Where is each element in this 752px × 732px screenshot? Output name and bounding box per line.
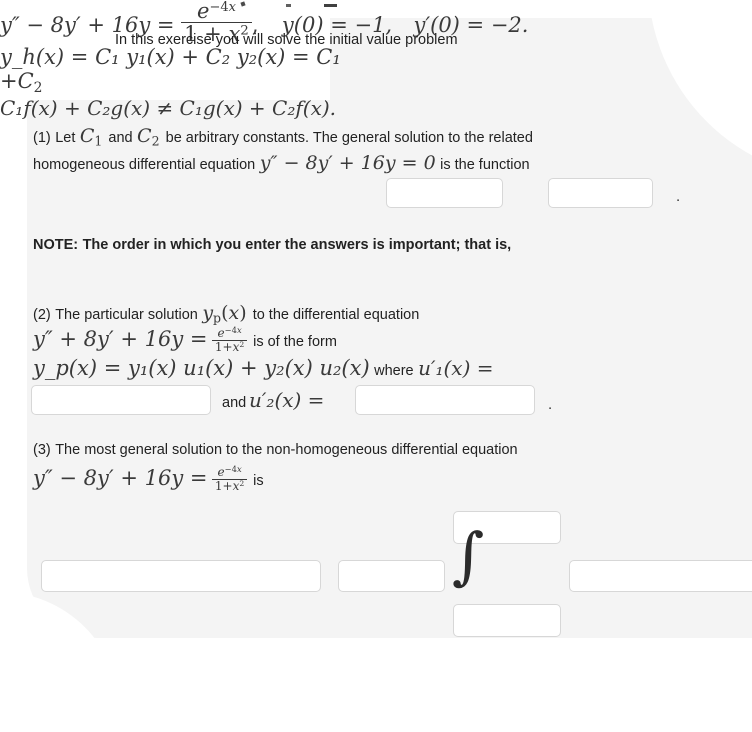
part2-trailing-period: . [548, 396, 553, 413]
integral-lower-limit-input[interactable] [453, 604, 561, 637]
u1-prime-answer-input[interactable] [31, 385, 211, 415]
part1-c1: C1 [79, 125, 103, 149]
part2-text-d: where [374, 363, 414, 379]
integrand-input[interactable] [569, 560, 752, 592]
part2-yp: yp(x) [202, 302, 247, 326]
part1-c2: C2 [137, 125, 160, 149]
part1-text-d: homogeneous differential equation [33, 157, 256, 173]
part2-text-b: to the differential equation [252, 307, 420, 323]
clipped-glyph-fragment-2 [286, 4, 291, 7]
general-solution-term2-input[interactable] [338, 560, 445, 592]
y1-answer-input[interactable] [386, 178, 503, 208]
exercise-body: In this exercise you will solve the init… [0, 0, 752, 669]
part3-text-a: The most general solution to the non-hom… [55, 442, 518, 458]
part2-u2-prime: u′₂(x) = [249, 388, 325, 412]
part2-equation-fraction: e−4x 1+x2 [211, 326, 251, 353]
part1-text-e: is the function [440, 157, 530, 173]
part2-fraction-numerator: e−4x [217, 325, 242, 341]
note-inequality: C₁f(x) + C₂g(x) ≠ C₁g(x) + C₂f(x). [0, 95, 337, 120]
part1-homogeneous-equation: y″ − 8y′ + 16y = 0 [259, 152, 436, 174]
part3-text-b: is [253, 472, 264, 489]
general-solution-term1-input[interactable] [41, 560, 321, 592]
note-label: NOTE: [33, 237, 79, 253]
y2-answer-input[interactable] [548, 178, 653, 208]
clipped-glyph-fragment-3 [324, 4, 337, 7]
note-text: The order in which you enter the answers… [82, 237, 512, 253]
part3-fraction-denominator: 1+x2 [211, 478, 248, 493]
part3-equation-fraction: e−4x 1+x2 [211, 465, 251, 492]
part1-number: (1) [33, 130, 51, 146]
part3-equation-lhs: y″ − 8y′ + 16y = [33, 465, 208, 490]
u2-prime-answer-input[interactable] [355, 385, 535, 415]
part2-number: (2) [33, 307, 51, 323]
part2-text-c: is of the form [253, 333, 337, 350]
part3-number: (3) [33, 442, 51, 458]
part1-text-c: be arbitrary constants. The general solu… [165, 130, 533, 146]
integral-icon: ∫ [452, 519, 485, 592]
part2-u1-prime: u′₁(x) = [418, 356, 494, 380]
part3-fraction-numerator: e−4x [217, 464, 242, 480]
part1-plus-c2: +C2 [0, 69, 43, 96]
part2-fraction-denominator: 1+x2 [211, 339, 248, 354]
part2-form: y_p(x) = y₁(x) u₁(x) + y₂(x) u₂(x) [33, 356, 370, 380]
part2-text-and: and [222, 395, 247, 411]
part1-text-a: Let [55, 130, 76, 146]
intro-line: In this exercise you will solve the init… [115, 32, 458, 48]
part2-equation-lhs: y″ + 8y′ + 16y = [33, 326, 208, 351]
part2-text-a: The particular solution [55, 307, 198, 323]
part1-text-b: and [108, 130, 133, 146]
part1-trailing-period: . [676, 188, 681, 205]
